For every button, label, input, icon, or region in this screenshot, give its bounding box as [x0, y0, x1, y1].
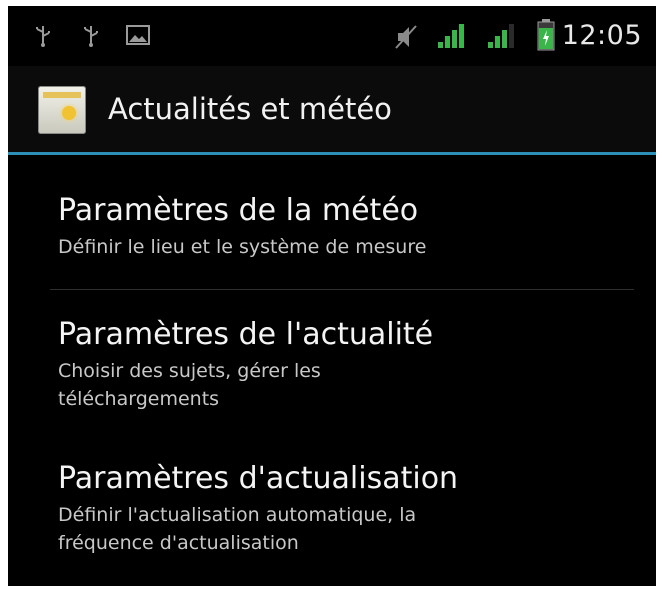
list-item-title: Paramètres d'actualisation — [58, 461, 459, 496]
image-icon — [126, 25, 150, 45]
weather-settings-item[interactable]: Paramètres de la météo Définir le lieu e… — [58, 193, 638, 261]
action-bar-divider — [8, 152, 656, 155]
list-item-subtitle: fréquence d'actualisation — [58, 532, 299, 554]
list-item-subtitle: Choisir des sujets, gérer les — [58, 360, 321, 382]
list-item-title: Paramètres de l'actualité — [58, 317, 434, 352]
phone-screen: 12:05 Actualités et météo Paramètres de … — [8, 6, 656, 586]
news-settings-item[interactable]: Paramètres de l'actualité Choisir des su… — [58, 317, 638, 413]
divider — [50, 289, 634, 290]
list-item-subtitle: téléchargements — [58, 388, 220, 410]
refresh-settings-item[interactable]: Paramètres d'actualisation Définir l'act… — [58, 461, 638, 557]
list-item-title: Paramètres de la météo — [58, 193, 419, 228]
usb-icon — [84, 26, 98, 47]
action-bar: Actualités et météo — [8, 66, 656, 152]
mute-icon — [395, 25, 417, 49]
status-clock: 12:05 — [561, 20, 642, 51]
signal-icon — [438, 24, 464, 48]
list-item-subtitle: Définir le lieu et le système de mesure — [58, 236, 427, 258]
page-title: Actualités et météo — [108, 92, 392, 126]
status-bar: 12:05 — [8, 6, 656, 66]
usb-icon — [36, 26, 50, 47]
list-item-subtitle: Définir l'actualisation automatique, la — [58, 504, 417, 526]
signal-icon — [488, 24, 514, 48]
news-weather-icon[interactable] — [38, 86, 86, 134]
battery-icon — [537, 19, 555, 51]
